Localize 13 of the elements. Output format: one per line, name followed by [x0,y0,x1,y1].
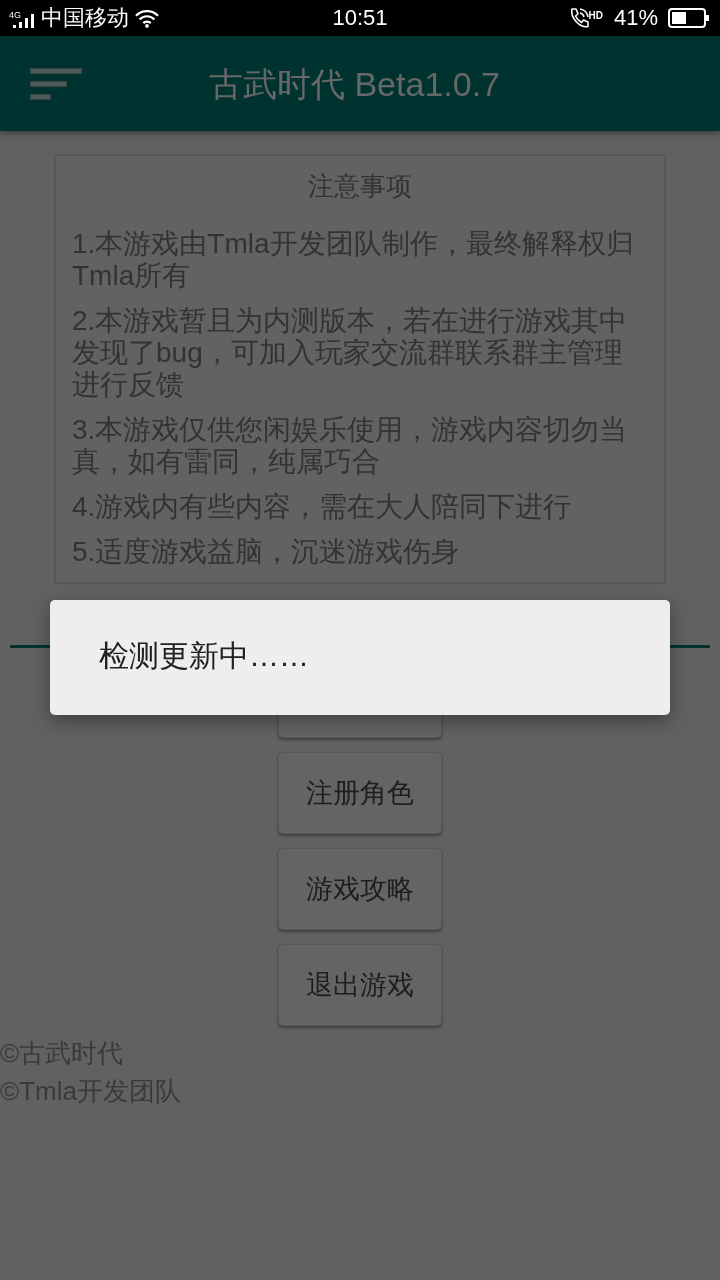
carrier-name: 中国移动 [41,4,129,32]
wifi-icon [135,8,159,28]
menu-button[interactable]: 退出游戏 [278,944,442,1026]
network-type-label: 4G [9,11,21,20]
menu-button[interactable]: 注册角色 [278,752,442,834]
dialog-message: 检测更新中…… [99,637,309,674]
battery-percent: 41% [613,4,658,32]
battery-icon [668,8,710,28]
clock-time: 10:51 [332,4,388,32]
app-title: 古武时代 Beta1.0.7 [209,63,500,104]
menu-button[interactable]: 游戏攻略 [278,848,442,930]
hd-label: HD [588,11,603,21]
menu-icon[interactable] [29,66,83,101]
